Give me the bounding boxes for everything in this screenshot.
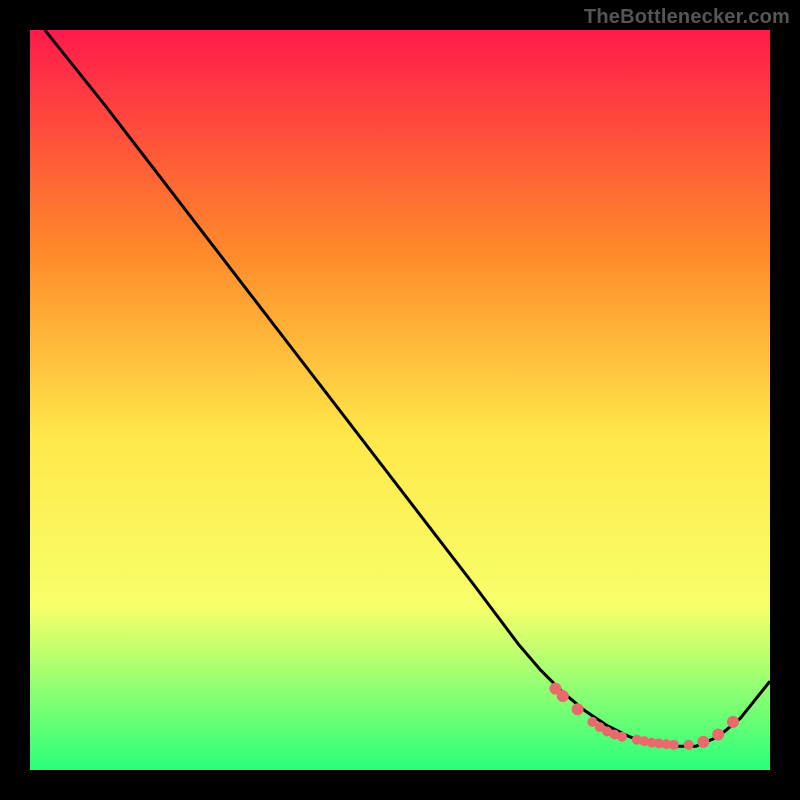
chart-svg [30,30,770,770]
highlight-point [727,716,739,728]
watermark-text: TheBottlenecker.com [584,6,790,29]
highlight-point [557,690,569,702]
highlight-point [697,736,709,748]
highlight-point [669,740,679,750]
highlight-point [617,732,627,742]
highlight-point [684,740,694,750]
chart-frame: TheBottlenecker.com [0,0,800,800]
highlight-point [572,703,584,715]
highlight-point [712,729,724,741]
gradient-background [30,30,770,770]
plot-area [30,30,770,770]
